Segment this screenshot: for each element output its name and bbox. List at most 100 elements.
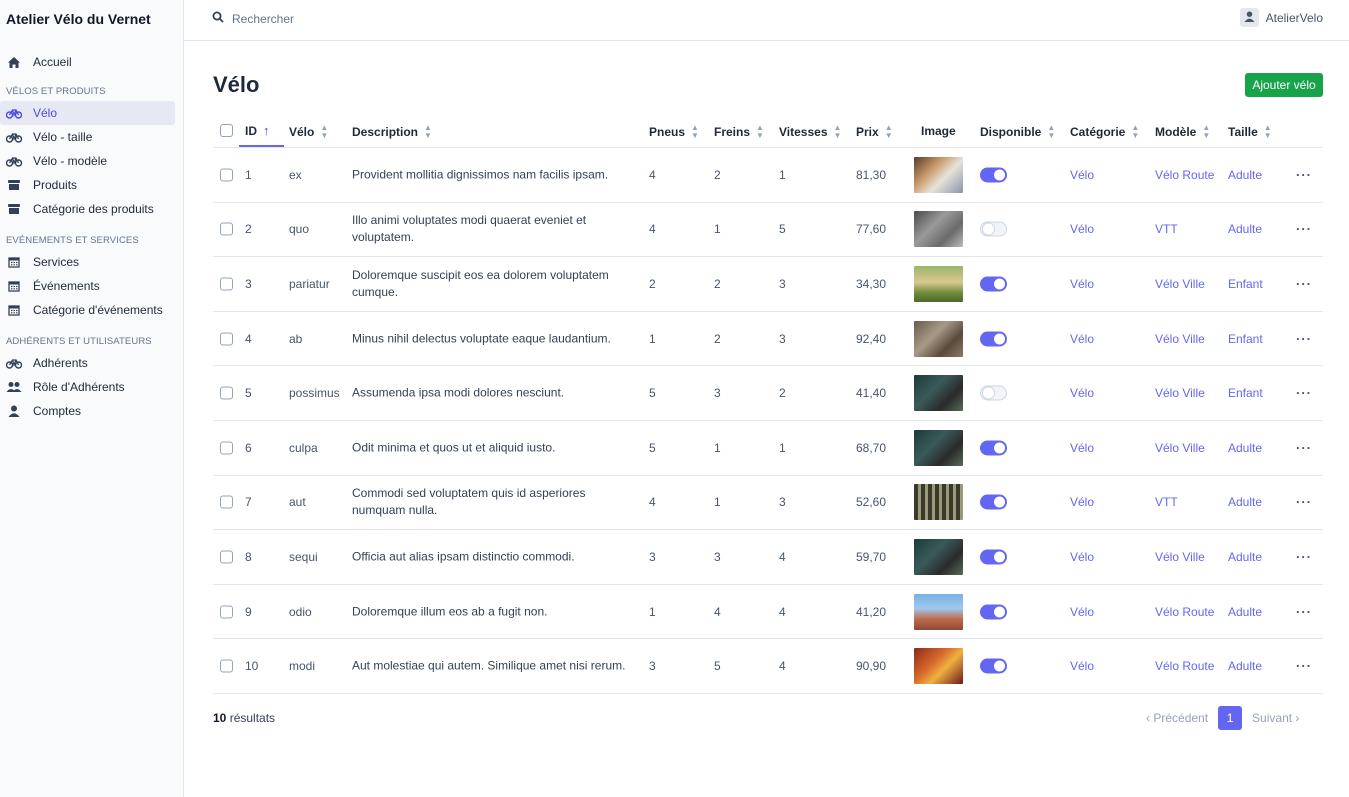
row-checkbox[interactable] [220,222,233,236]
search-box[interactable]: Rechercher [212,11,294,26]
cell-taille-link[interactable]: Adulte [1228,495,1262,509]
disponible-toggle[interactable] [980,331,1007,347]
disponible-toggle[interactable] [980,385,1007,401]
sidebar-item-evenements[interactable]: Événements [0,274,175,298]
row-actions-more-icon[interactable]: ··· [1296,276,1312,291]
cell-taille-link[interactable]: Adulte [1228,441,1262,455]
cell-categorie-link[interactable]: Vélo [1070,550,1094,564]
row-actions-more-icon[interactable]: ··· [1296,495,1312,510]
sidebar-item-velo-modele[interactable]: Vélo - modèle [0,149,175,173]
cell-modele-link[interactable]: Vélo Ville [1155,550,1205,564]
row-actions-more-icon[interactable]: ··· [1296,440,1312,455]
row-checkbox[interactable] [220,495,233,509]
column-header-pneus[interactable]: Pneus ▲ ▼ [649,124,699,140]
row-checkbox[interactable] [220,168,233,182]
table-row[interactable]: 3 pariatur Doloremque suscipit eos ea do… [213,257,1323,312]
row-actions-more-icon[interactable]: ··· [1296,331,1312,346]
column-header-id[interactable]: ID ↑ [245,124,270,138]
disponible-toggle[interactable] [980,604,1007,620]
column-header-categorie[interactable]: Catégorie ▲ ▼ [1070,124,1139,140]
sidebar-item-services[interactable]: Services [0,250,175,274]
user-menu[interactable]: AtelierVelo [1239,8,1323,27]
column-header-disponible[interactable]: Disponible ▲ ▼ [980,124,1055,140]
page-number-button[interactable]: 1 [1218,706,1243,730]
table-row[interactable]: 7 aut Commodi sed voluptatem quis id asp… [213,476,1323,531]
sidebar-item-role-adherents[interactable]: Rôle d'Adhérents [0,375,175,399]
table-row[interactable]: 9 odio Doloremque illum eos ab a fugit n… [213,585,1323,640]
disponible-toggle[interactable] [980,549,1007,565]
row-actions-more-icon[interactable]: ··· [1296,549,1312,564]
cell-categorie-link[interactable]: Vélo [1070,441,1094,455]
table-row[interactable]: 2 quo Illo animi voluptates modi quaerat… [213,203,1323,258]
cell-taille-link[interactable]: Enfant [1228,386,1263,400]
row-actions-more-icon[interactable]: ··· [1296,386,1312,401]
cell-modele-link[interactable]: VTT [1155,495,1178,509]
cell-categorie-link[interactable]: Vélo [1070,386,1094,400]
previous-page-button[interactable]: ‹ Précédent [1146,711,1208,725]
select-all-checkbox[interactable] [220,124,233,137]
cell-categorie-link[interactable]: Vélo [1070,168,1094,182]
brand-title[interactable]: Atelier Vélo du Vernet [0,0,183,40]
bike-thumbnail[interactable] [914,429,963,466]
cell-taille-link[interactable]: Adulte [1228,659,1262,673]
column-header-velo[interactable]: Vélo ▲ ▼ [289,124,328,140]
bike-thumbnail[interactable] [914,538,963,575]
disponible-toggle[interactable] [980,440,1007,456]
sidebar-item-accueil[interactable]: Accueil [0,50,175,74]
sidebar-item-velo[interactable]: Vélo [0,101,175,125]
bike-thumbnail[interactable] [914,484,963,521]
cell-modele-link[interactable]: Vélo Ville [1155,332,1205,346]
table-row[interactable]: 1 ex Provident mollitia dignissimos nam … [213,148,1323,203]
sidebar-item-produits[interactable]: Produits [0,173,175,197]
sidebar-item-velo-taille[interactable]: Vélo - taille [0,125,175,149]
cell-taille-link[interactable]: Adulte [1228,550,1262,564]
cell-modele-link[interactable]: Vélo Route [1155,659,1214,673]
add-velo-button[interactable]: Ajouter vélo [1245,73,1323,97]
bike-thumbnail[interactable] [914,593,963,630]
row-checkbox[interactable] [220,386,233,400]
column-header-prix[interactable]: Prix ▲ ▼ [856,124,893,140]
disponible-toggle[interactable] [980,167,1007,183]
column-header-vitesses[interactable]: Vitesses ▲ ▼ [779,124,841,140]
row-checkbox[interactable] [220,605,233,619]
cell-modele-link[interactable]: Vélo Ville [1155,386,1205,400]
row-checkbox[interactable] [220,659,233,673]
disponible-toggle[interactable] [980,276,1007,292]
next-page-button[interactable]: Suivant › [1252,711,1299,725]
cell-modele-link[interactable]: Vélo Route [1155,168,1214,182]
bike-thumbnail[interactable] [914,320,963,357]
disponible-toggle[interactable] [980,221,1007,237]
cell-taille-link[interactable]: Adulte [1228,222,1262,236]
sidebar-item-categorie-evenements[interactable]: Catégorie d'événements [0,298,175,322]
bike-thumbnail[interactable] [914,265,963,302]
table-row[interactable]: 8 sequi Officia aut alias ipsam distinct… [213,530,1323,585]
cell-taille-link[interactable]: Adulte [1228,605,1262,619]
table-row[interactable]: 6 culpa Odit minima et quos ut et aliqui… [213,421,1323,476]
row-actions-more-icon[interactable]: ··· [1296,222,1312,237]
table-row[interactable]: 5 possimus Assumenda ipsa modi dolores n… [213,366,1323,421]
cell-categorie-link[interactable]: Vélo [1070,332,1094,346]
cell-modele-link[interactable]: Vélo Ville [1155,277,1205,291]
disponible-toggle[interactable] [980,658,1007,674]
sidebar-item-categorie-produits[interactable]: Catégorie des produits [0,197,175,221]
column-header-modele[interactable]: Modèle ▲ ▼ [1155,124,1210,140]
disponible-toggle[interactable] [980,494,1007,510]
bike-thumbnail[interactable] [914,156,963,193]
column-header-description[interactable]: Description ▲ ▼ [352,124,432,140]
row-actions-more-icon[interactable]: ··· [1296,604,1312,619]
cell-modele-link[interactable]: VTT [1155,222,1178,236]
table-row[interactable]: 4 ab Minus nihil delectus voluptate eaqu… [213,312,1323,367]
row-checkbox[interactable] [220,550,233,564]
cell-categorie-link[interactable]: Vélo [1070,495,1094,509]
bike-thumbnail[interactable] [914,648,963,685]
bike-thumbnail[interactable] [914,211,963,248]
cell-categorie-link[interactable]: Vélo [1070,659,1094,673]
sidebar-item-comptes[interactable]: Comptes [0,399,175,423]
cell-taille-link[interactable]: Enfant [1228,277,1263,291]
row-actions-more-icon[interactable]: ··· [1296,167,1312,182]
cell-taille-link[interactable]: Adulte [1228,168,1262,182]
cell-categorie-link[interactable]: Vélo [1070,277,1094,291]
cell-categorie-link[interactable]: Vélo [1070,605,1094,619]
cell-modele-link[interactable]: Vélo Ville [1155,441,1205,455]
cell-categorie-link[interactable]: Vélo [1070,222,1094,236]
